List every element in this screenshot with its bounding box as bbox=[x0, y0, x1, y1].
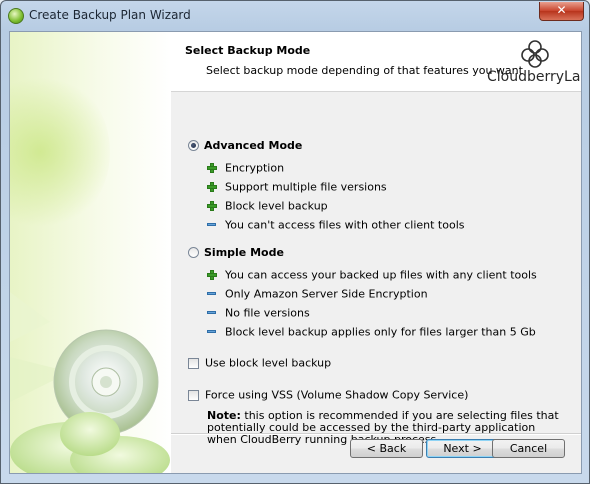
simple-mode-label: Simple Mode bbox=[204, 245, 284, 259]
radio-unselected-icon[interactable] bbox=[188, 246, 199, 258]
feature-item: No file versions bbox=[207, 306, 310, 320]
feature-item: Only Amazon Server Side Encryption bbox=[207, 287, 428, 301]
wizard-header: Select Backup Mode Select backup mode de… bbox=[171, 32, 581, 92]
wizard-window: Create Backup Plan Wizard ✕ Select Backu… bbox=[0, 0, 590, 484]
plus-icon bbox=[207, 163, 217, 173]
force-vss-label: Force using VSS (Volume Shadow Copy Serv… bbox=[205, 388, 469, 402]
plus-icon bbox=[207, 201, 217, 211]
page-title: Select Backup Mode bbox=[185, 44, 311, 57]
feature-item: You can't access files with other client… bbox=[207, 218, 465, 232]
minus-icon bbox=[207, 308, 217, 318]
banner-glow bbox=[10, 72, 110, 232]
feature-item: Support multiple file versions bbox=[207, 180, 387, 194]
plus-icon bbox=[207, 182, 217, 192]
feature-item: You can access your backed up files with… bbox=[207, 268, 537, 282]
app-icon bbox=[8, 8, 24, 24]
cloudberry-logo-icon bbox=[521, 40, 549, 68]
plus-icon bbox=[207, 270, 217, 280]
feature-item: Block level backup applies only for file… bbox=[207, 325, 536, 339]
cancel-button[interactable]: Cancel bbox=[492, 439, 565, 458]
simple-mode-radio[interactable]: Simple Mode bbox=[188, 245, 284, 261]
backup-disc-illustration bbox=[10, 292, 170, 473]
logo-text: CloudberryLab bbox=[487, 69, 582, 85]
wizard-body: Select Backup Mode Select backup mode de… bbox=[9, 31, 582, 474]
title-bar[interactable]: Create Backup Plan Wizard ✕ bbox=[1, 1, 589, 29]
advanced-mode-radio[interactable]: Advanced Mode bbox=[188, 138, 302, 154]
page-subtitle: Select backup mode depending of that fea… bbox=[206, 64, 523, 77]
checkbox-box[interactable] bbox=[188, 389, 199, 401]
minus-icon bbox=[207, 289, 217, 299]
block-level-backup-checkbox[interactable]: Use block level backup bbox=[188, 356, 331, 370]
window-title: Create Backup Plan Wizard bbox=[29, 8, 191, 22]
back-button[interactable]: < Back bbox=[350, 439, 423, 458]
block-level-backup-label: Use block level backup bbox=[205, 356, 332, 370]
force-vss-checkbox[interactable]: Force using VSS (Volume Shadow Copy Serv… bbox=[188, 388, 468, 402]
backup-mode-options: Advanced Mode Encryption Support multipl… bbox=[171, 92, 581, 446]
advanced-mode-label: Advanced Mode bbox=[204, 138, 303, 152]
radio-selected-icon[interactable] bbox=[188, 139, 199, 151]
feature-item: Encryption bbox=[207, 161, 284, 175]
feature-item: Block level backup bbox=[207, 199, 328, 213]
minus-icon bbox=[207, 220, 217, 230]
minus-icon bbox=[207, 327, 217, 337]
close-button[interactable]: ✕ bbox=[539, 2, 584, 21]
checkbox-box[interactable] bbox=[188, 357, 199, 369]
footer-divider bbox=[171, 433, 581, 435]
next-button[interactable]: Next > bbox=[426, 439, 499, 458]
wizard-side-banner bbox=[10, 32, 171, 473]
